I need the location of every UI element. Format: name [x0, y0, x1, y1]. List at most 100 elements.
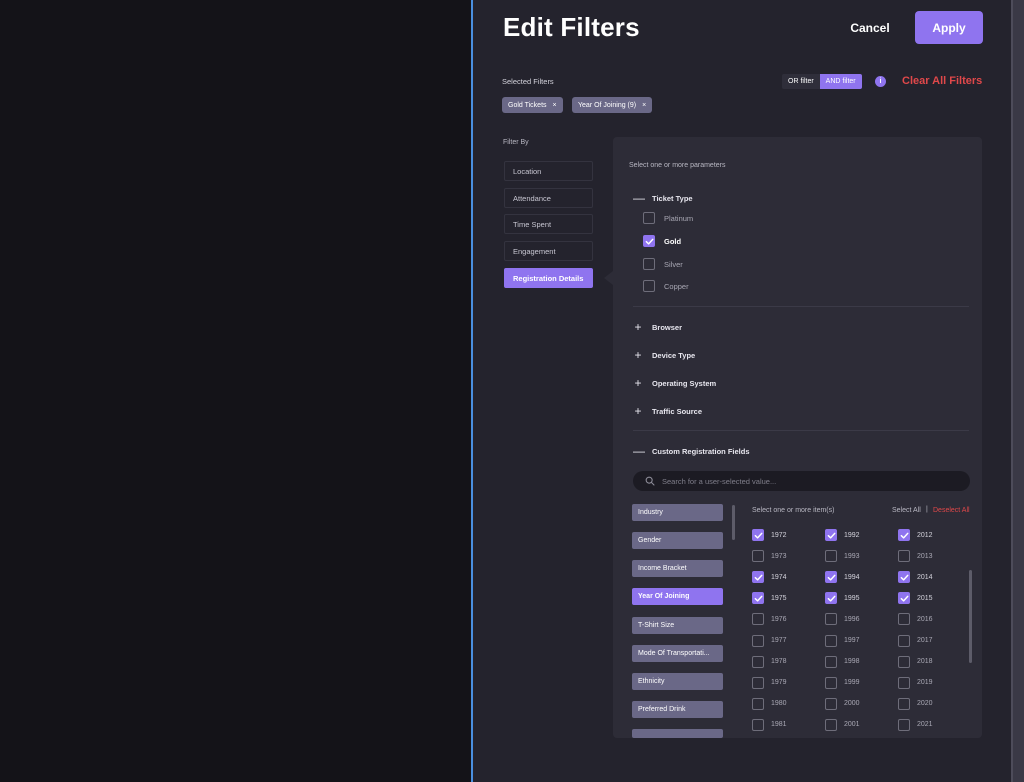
- year-option-1996[interactable]: 1996: [825, 613, 860, 626]
- checkbox-icon[interactable]: [643, 258, 655, 270]
- year-option-1973[interactable]: 1973: [752, 550, 787, 563]
- filter-by-location[interactable]: Location: [504, 161, 593, 181]
- cancel-button[interactable]: Cancel: [840, 15, 900, 41]
- filter-by-attendance[interactable]: Attendance: [504, 188, 593, 208]
- year-option-2018[interactable]: 2018: [898, 655, 933, 668]
- year-option-1993[interactable]: 1993: [825, 550, 860, 563]
- checkbox-icon[interactable]: [898, 550, 910, 563]
- year-option-2013[interactable]: 2013: [898, 550, 933, 563]
- year-option-2014[interactable]: 2014: [898, 571, 933, 584]
- checkbox-checked-icon[interactable]: [825, 571, 837, 584]
- field-gender[interactable]: Gender: [632, 532, 723, 549]
- year-option-2012[interactable]: 2012: [898, 529, 933, 541]
- checkbox-checked-icon[interactable]: [752, 529, 764, 541]
- checkbox-icon[interactable]: [825, 634, 837, 647]
- checkbox-icon[interactable]: [752, 718, 764, 731]
- checkbox-icon[interactable]: [752, 697, 764, 710]
- checkbox-checked-icon[interactable]: [898, 529, 910, 541]
- checkbox-icon[interactable]: [898, 697, 910, 710]
- section-browser[interactable]: + Browser: [633, 320, 682, 334]
- year-option-1975[interactable]: 1975: [752, 592, 787, 605]
- field-income-bracket[interactable]: Income Bracket: [632, 560, 723, 577]
- checkbox-checked-icon[interactable]: [825, 592, 837, 605]
- year-option-2015[interactable]: 2015: [898, 592, 933, 605]
- checkbox-checked-icon[interactable]: [825, 529, 837, 541]
- field-mode-of-transportation[interactable]: Mode Of Transportati...: [632, 645, 723, 662]
- year-option-1995[interactable]: 1995: [825, 592, 860, 605]
- checkbox-checked-icon[interactable]: [752, 571, 764, 584]
- deselect-all-link[interactable]: Deselect All: [933, 507, 970, 514]
- field-preferred-drink[interactable]: Preferred Drink: [632, 701, 723, 718]
- filter-by-engagement[interactable]: Engagement: [504, 241, 593, 261]
- checkbox-checked-icon[interactable]: [643, 235, 655, 247]
- filter-by-time-spent[interactable]: Time Spent: [504, 214, 593, 234]
- checkbox-icon[interactable]: [825, 697, 837, 710]
- year-option-1999[interactable]: 1999: [825, 676, 860, 689]
- checkbox-checked-icon[interactable]: [898, 571, 910, 584]
- option-platinum[interactable]: Platinum: [643, 212, 693, 224]
- year-option-1978[interactable]: 1978: [752, 655, 787, 668]
- option-copper[interactable]: Copper: [643, 280, 689, 292]
- year-option-1979[interactable]: 1979: [752, 676, 787, 689]
- checkbox-icon[interactable]: [898, 655, 910, 668]
- year-option-2000[interactable]: 2000: [825, 697, 860, 710]
- section-device-type[interactable]: + Device Type: [633, 348, 695, 362]
- field-industry[interactable]: Industry: [632, 504, 723, 521]
- checkbox-icon[interactable]: [752, 550, 764, 563]
- checkbox-icon[interactable]: [825, 550, 837, 563]
- clear-all-filters-link[interactable]: Clear All Filters: [902, 75, 982, 87]
- checkbox-icon[interactable]: [643, 280, 655, 292]
- year-option-1977[interactable]: 1977: [752, 634, 787, 647]
- field-year-of-joining[interactable]: Year Of Joining: [632, 588, 723, 605]
- close-icon[interactable]: ×: [553, 102, 557, 109]
- year-option-1980[interactable]: 1980: [752, 697, 787, 710]
- year-option-1997[interactable]: 1997: [825, 634, 860, 647]
- checkbox-icon[interactable]: [898, 634, 910, 647]
- year-option-2021[interactable]: 2021: [898, 718, 933, 731]
- year-option-2019[interactable]: 2019: [898, 676, 933, 689]
- checkbox-checked-icon[interactable]: [898, 592, 910, 605]
- option-silver[interactable]: Silver: [643, 258, 683, 270]
- year-option-2016[interactable]: 2016: [898, 613, 933, 626]
- checkbox-checked-icon[interactable]: [752, 592, 764, 605]
- or-filter-option[interactable]: OR filter: [782, 74, 820, 89]
- close-icon[interactable]: ×: [642, 102, 646, 109]
- checkbox-icon[interactable]: [898, 613, 910, 626]
- apply-button[interactable]: Apply: [915, 11, 983, 44]
- checkbox-icon[interactable]: [898, 718, 910, 731]
- section-traffic-source[interactable]: + Traffic Source: [633, 404, 702, 418]
- checkbox-icon[interactable]: [825, 718, 837, 731]
- year-option-2017[interactable]: 2017: [898, 634, 933, 647]
- year-option-1998[interactable]: 1998: [825, 655, 860, 668]
- year-option-1994[interactable]: 1994: [825, 571, 860, 584]
- year-option-1981[interactable]: 1981: [752, 718, 787, 731]
- and-filter-option[interactable]: AND filter: [819, 74, 862, 89]
- checkbox-icon[interactable]: [825, 676, 837, 689]
- select-all-link[interactable]: Select All: [892, 507, 921, 514]
- field-list-scrollbar[interactable]: [732, 505, 735, 540]
- section-ticket-type[interactable]: — Ticket Type: [633, 191, 693, 205]
- year-option-1974[interactable]: 1974: [752, 571, 787, 584]
- info-icon[interactable]: i: [875, 76, 886, 87]
- checkbox-icon[interactable]: [825, 613, 837, 626]
- checkbox-icon[interactable]: [752, 676, 764, 689]
- section-operating-system[interactable]: + Operating System: [633, 376, 716, 390]
- checkbox-icon[interactable]: [752, 634, 764, 647]
- year-option-1992[interactable]: 1992: [825, 529, 860, 541]
- option-gold[interactable]: Gold: [643, 235, 681, 247]
- year-option-2001[interactable]: 2001: [825, 718, 860, 731]
- checkbox-icon[interactable]: [898, 676, 910, 689]
- checkbox-icon[interactable]: [752, 655, 764, 668]
- year-option-2020[interactable]: 2020: [898, 697, 933, 710]
- field-ethnicity[interactable]: Ethnicity: [632, 673, 723, 690]
- year-list-scrollbar[interactable]: [969, 570, 972, 663]
- year-option-1976[interactable]: 1976: [752, 613, 787, 626]
- checkbox-icon[interactable]: [825, 655, 837, 668]
- filter-by-registration-details[interactable]: Registration Details: [504, 268, 593, 288]
- year-option-1972[interactable]: 1972: [752, 529, 787, 541]
- section-custom-registration-fields[interactable]: — Custom Registration Fields: [633, 444, 750, 458]
- field-t-shirt-size[interactable]: T-Shirt Size: [632, 617, 723, 634]
- value-search-input[interactable]: [662, 476, 942, 486]
- checkbox-icon[interactable]: [643, 212, 655, 224]
- field-list-item[interactable]: [632, 729, 723, 738]
